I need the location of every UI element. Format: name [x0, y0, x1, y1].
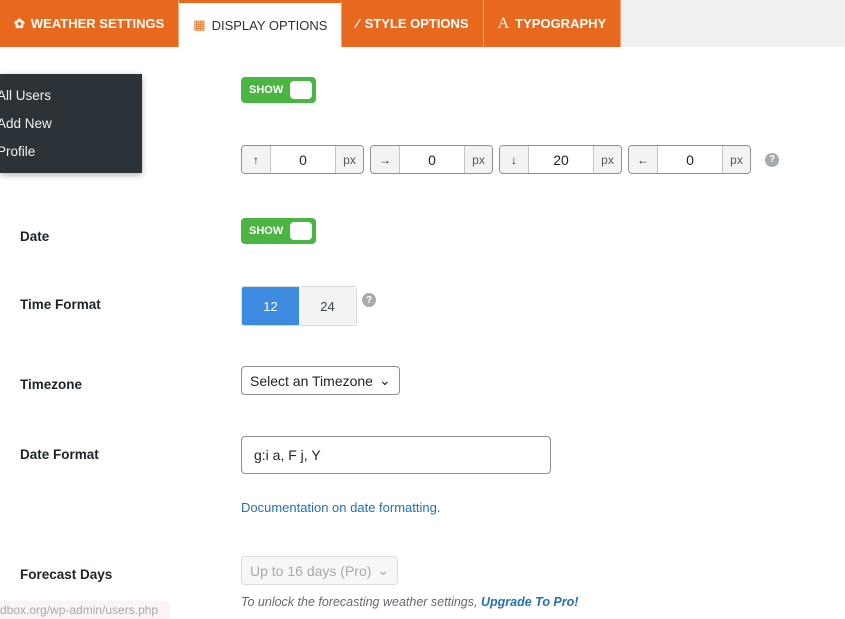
forecast-days-label: Forecast Days [20, 567, 113, 582]
margin-left[interactable]: ← 0 px [628, 145, 751, 174]
select-value: Up to 16 days (Pro) [250, 562, 372, 579]
timezone-label: Timezone [20, 377, 83, 392]
typography-icon: A [497, 14, 510, 32]
note-text: To unlock the forecasting weather settin… [241, 595, 481, 609]
unit: px [464, 146, 492, 173]
tab-typography[interactable]: A TYPOGRAPHY [483, 0, 622, 47]
tab-weather-settings[interactable]: ✿ WEATHER SETTINGS [0, 0, 180, 47]
time-option-24[interactable]: 24 [299, 287, 356, 325]
select-value: Select an Timezone [250, 372, 373, 389]
weather-icon: ✿ [14, 15, 25, 31]
toggle-knob [290, 222, 312, 240]
margin-top-input[interactable]: 0 [271, 146, 335, 173]
show-toggle[interactable]: SHOW [241, 77, 316, 103]
forecast-days-select[interactable]: Up to 16 days (Pro) ⌄ [241, 556, 399, 585]
chevron-down-icon: ⌄ [378, 372, 391, 388]
time-option-12[interactable]: 12 [242, 287, 299, 325]
unit: px [722, 146, 750, 173]
margin-right[interactable]: → 0 px [370, 145, 493, 174]
margin-bottom-input[interactable]: 20 [529, 146, 593, 173]
tab-label: DISPLAY OPTIONS [211, 17, 328, 33]
arrow-up-icon: ↑ [242, 146, 271, 173]
tab-label: WEATHER SETTINGS [30, 16, 165, 31]
settings-tabs: ✿ WEATHER SETTINGS ▦ DISPLAY OPTIONS ⁄ STYL… [0, 0, 845, 47]
tab-label: STYLE OPTIONS [364, 16, 469, 31]
toggle-knob [290, 81, 312, 99]
status-bar-url: dbox.org/wp-admin/users.php [0, 601, 170, 619]
documentation-link[interactable]: Documentation on date formatting. [241, 500, 440, 515]
time-format-selector: 12 24 [241, 286, 357, 326]
unit: px [335, 146, 363, 173]
tab-label: TYPOGRAPHY [515, 16, 607, 31]
arrow-down-icon: ↓ [500, 146, 529, 173]
tab-style-options[interactable]: ⁄ STYLE OPTIONS [342, 0, 484, 47]
toggle-label: SHOW [249, 84, 284, 96]
menu-item-profile[interactable]: Profile [0, 138, 142, 166]
menu-item-add-new[interactable]: Add New [0, 110, 142, 138]
margin-left-input[interactable]: 0 [658, 146, 722, 173]
margin-right-input[interactable]: 0 [400, 146, 464, 173]
menu-item-all-users[interactable]: All Users [0, 82, 142, 110]
margin-bottom[interactable]: ↓ 20 px [499, 145, 622, 174]
tab-display-options[interactable]: ▦ DISPLAY OPTIONS [179, 0, 343, 47]
forecast-note: To unlock the forecasting weather settin… [241, 595, 578, 609]
time-format-label: Time Format [20, 297, 101, 312]
help-icon[interactable]: ? [765, 152, 779, 167]
arrow-left-icon: ← [629, 146, 658, 173]
unit: px [593, 146, 621, 173]
help-icon[interactable]: ? [362, 293, 376, 307]
timezone-select[interactable]: Select an Timezone ⌄ [241, 366, 400, 395]
date-format-label: Date Format [20, 447, 99, 462]
arrow-right-icon: → [371, 146, 400, 173]
date-label: Date [20, 229, 50, 244]
magic-wand-icon: ⁄ [356, 16, 359, 31]
upgrade-link[interactable]: Upgrade To Pro! [481, 595, 578, 609]
chevron-down-icon: ⌄ [377, 562, 390, 578]
toggle-label: SHOW [249, 225, 284, 237]
margin-top[interactable]: ↑ 0 px [241, 145, 364, 174]
date-format-input[interactable]: g:i a, F j, Y [241, 436, 551, 474]
users-submenu: All Users Add New Profile [0, 74, 142, 173]
margin-inputs: ↑ 0 px → 0 px ↓ 20 px ← 0 px ? [241, 145, 779, 174]
date-toggle[interactable]: SHOW [241, 218, 316, 244]
grid-icon: ▦ [193, 17, 206, 32]
